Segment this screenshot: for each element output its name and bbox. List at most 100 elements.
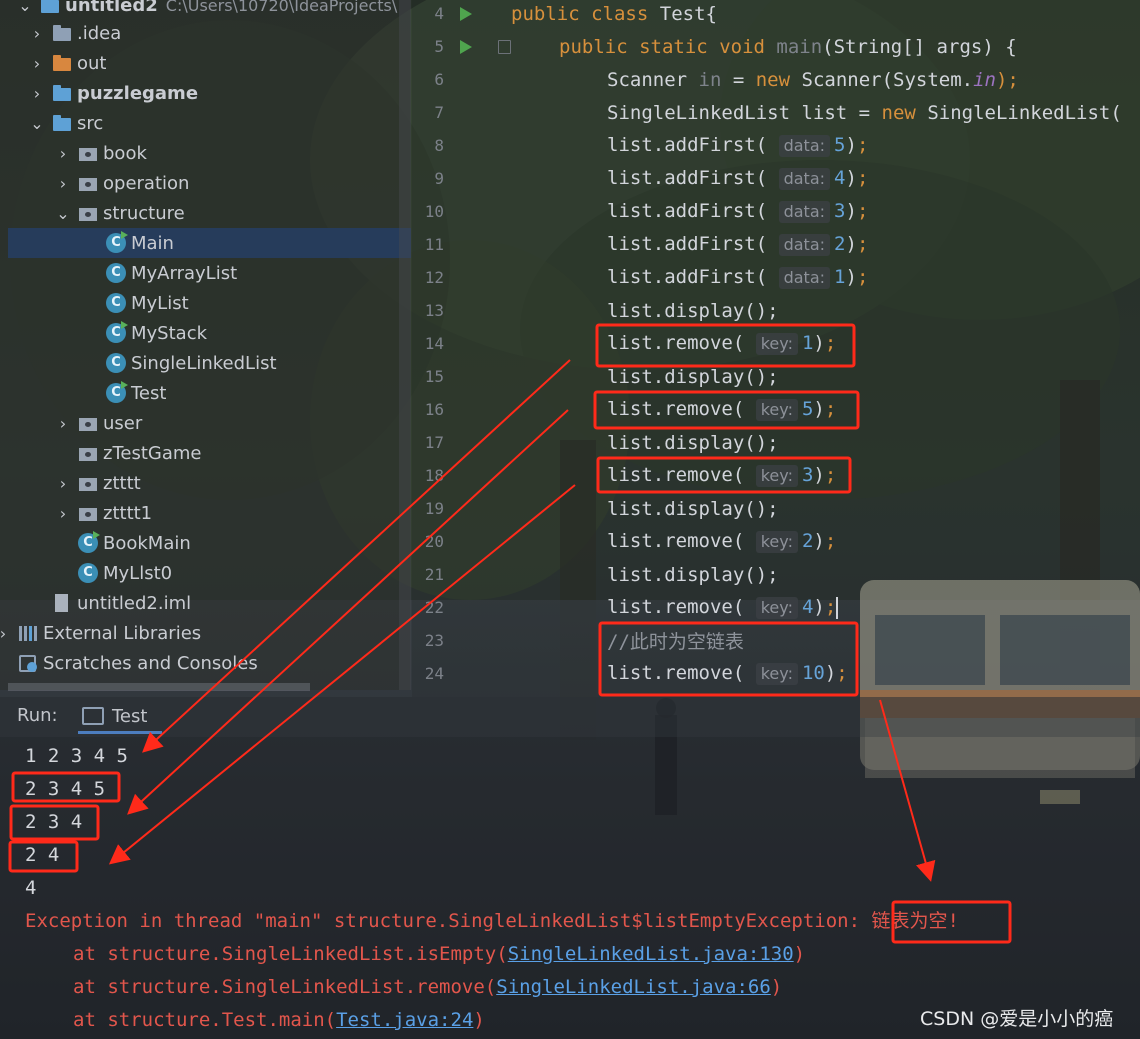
chevron-down-icon[interactable]: ⌄ bbox=[30, 114, 44, 133]
chevron-right-icon[interactable]: › bbox=[56, 474, 70, 493]
line-number: 11 bbox=[424, 235, 444, 254]
tree-item-src[interactable]: ⌄ src bbox=[8, 108, 411, 138]
console-output-line: 1 2 3 4 5 bbox=[25, 745, 128, 767]
tree-item-label: zTestGame bbox=[103, 442, 202, 464]
code-text: //此时为空链表 bbox=[607, 627, 744, 654]
tree-item-user[interactable]: › user bbox=[8, 408, 411, 438]
stack-trace-link[interactable]: SingleLinkedList.java:66 bbox=[496, 976, 771, 998]
number: 4 bbox=[801, 596, 814, 618]
parameter-hint: data: bbox=[778, 267, 831, 289]
code-text: list.remove( key: 2); bbox=[607, 530, 836, 553]
line-number: 8 bbox=[434, 136, 444, 155]
tree-item-label: .idea bbox=[77, 22, 122, 44]
params: (String[] args) { bbox=[822, 35, 1017, 58]
code-line[interactable]: 15 list.display(); bbox=[412, 360, 1140, 393]
code-text: list.remove( key: 4); bbox=[607, 596, 839, 619]
code-line[interactable]: 19 list.display(); bbox=[412, 492, 1140, 525]
exception-line: Exception in thread "main" structure.Sin… bbox=[25, 905, 959, 938]
tree-item-main[interactable]: ›Main bbox=[8, 228, 411, 258]
tree-item-out[interactable]: › out bbox=[8, 48, 411, 78]
tree-root[interactable]: ⌄ untitled2 C:\Users\10720\IdeaProjects\ bbox=[8, 0, 411, 20]
code-line[interactable]: 22 list.remove( key: 4); bbox=[412, 591, 1140, 624]
tree-item-scratches-and-consoles[interactable]: ›Scratches and Consoles bbox=[8, 648, 411, 678]
code-text: public class Test{ bbox=[511, 3, 717, 25]
keyword: static bbox=[639, 35, 708, 58]
code-line[interactable]: 18 list.remove( key: 3); bbox=[412, 459, 1140, 492]
tree-scrollbar[interactable] bbox=[399, 0, 411, 690]
code-editor[interactable]: 4 public class Test{5 public static void m… bbox=[412, 0, 1140, 697]
console-output[interactable]: 1 2 3 4 5 2 3 4 5 2 3 4 2 4 4 Exception in th… bbox=[0, 740, 1140, 1039]
tree-item-structure[interactable]: ⌄ structure bbox=[8, 198, 411, 228]
line-number: 14 bbox=[424, 334, 444, 353]
console-output-line: 2 3 4 5 bbox=[25, 778, 106, 800]
chevron-right-icon[interactable]: › bbox=[30, 84, 44, 103]
method-call: list.display(); bbox=[607, 563, 779, 586]
semicolon: ; bbox=[824, 332, 837, 354]
code-text: list.remove( key: 3); bbox=[607, 464, 836, 487]
chevron-right-icon[interactable]: › bbox=[30, 54, 44, 73]
type: Scanner bbox=[607, 68, 699, 91]
code-line[interactable]: 6 Scanner in = new Scanner(System.in); bbox=[412, 63, 1140, 96]
stack-trace-text: at structure.SingleLinkedList.isEmpty( bbox=[73, 943, 508, 965]
tree-item-puzzlegame[interactable]: › puzzlegame bbox=[8, 78, 411, 108]
line-number: 17 bbox=[424, 433, 444, 452]
tree-item-book[interactable]: › book bbox=[8, 138, 411, 168]
chevron-right-icon[interactable]: › bbox=[56, 414, 70, 433]
code-line[interactable]: 10 list.addFirst( data: 3); bbox=[412, 195, 1140, 228]
tree-item-untitled2-iml[interactable]: ›untitled2.iml bbox=[8, 588, 411, 618]
run-gutter-icon[interactable] bbox=[460, 6, 472, 21]
chevron-right-icon[interactable]: › bbox=[56, 174, 70, 193]
chevron-right-icon[interactable]: › bbox=[0, 624, 10, 643]
tree-item-myarraylist[interactable]: ›MyArrayList bbox=[8, 258, 411, 288]
run-gutter-icon[interactable] bbox=[460, 39, 472, 54]
chevron-right-icon[interactable]: › bbox=[30, 24, 44, 43]
tree-item-operation[interactable]: › operation bbox=[8, 168, 411, 198]
number: 4 bbox=[834, 167, 846, 189]
tree-item-mystack[interactable]: ›MyStack bbox=[8, 318, 411, 348]
tree-item-test[interactable]: ›Test bbox=[8, 378, 411, 408]
tree-item-label: External Libraries bbox=[43, 622, 202, 644]
chevron-down-icon[interactable]: ⌄ bbox=[18, 0, 32, 15]
code-line[interactable]: 24 list.remove( key: 10); bbox=[412, 657, 1140, 690]
method-call: list.remove( bbox=[607, 662, 756, 684]
chevron-right-icon[interactable]: › bbox=[56, 504, 70, 523]
tree-item-external-libraries[interactable]: › External Libraries bbox=[0, 618, 411, 648]
keyword: void bbox=[719, 35, 765, 58]
code-line[interactable]: 12 list.addFirst( data: 1); bbox=[412, 261, 1140, 294]
code-line[interactable]: 13 list.display(); bbox=[412, 294, 1140, 327]
semicolon: ; bbox=[836, 662, 848, 684]
chevron-right-icon[interactable]: › bbox=[56, 144, 70, 163]
tree-item--idea[interactable]: › .idea bbox=[8, 18, 411, 48]
stack-trace-link[interactable]: SingleLinkedList.java:130 bbox=[508, 943, 794, 965]
tree-item-bookmain[interactable]: ›BookMain bbox=[8, 528, 411, 558]
code-line[interactable]: 9 list.addFirst( data: 4); bbox=[412, 162, 1140, 195]
punct: ) bbox=[845, 200, 857, 222]
tree-item-ztttt[interactable]: › ztttt bbox=[8, 468, 411, 498]
code-line[interactable]: 23 //此时为空链表 bbox=[412, 624, 1140, 657]
tree-item-ztttt1[interactable]: › ztttt1 bbox=[8, 498, 411, 528]
tree-item-ztestgame[interactable]: ›zTestGame bbox=[8, 438, 411, 468]
tree-item-singlelinkedlist[interactable]: ›SingleLinkedList bbox=[8, 348, 411, 378]
chevron-down-icon[interactable]: ⌄ bbox=[56, 204, 70, 223]
stack-trace-close: ) bbox=[770, 976, 783, 998]
package-icon bbox=[78, 414, 98, 432]
code-line[interactable]: 14 list.remove( key: 1); bbox=[412, 327, 1140, 360]
code-line[interactable]: 8 list.addFirst( data: 5); bbox=[412, 129, 1140, 162]
code-line[interactable]: 21 list.display(); bbox=[412, 558, 1140, 591]
code-line[interactable]: 7 SingleLinkedList list = new SingleLinke… bbox=[412, 96, 1140, 129]
tree-item-label: user bbox=[103, 412, 143, 434]
tree-horizontal-scrollbar[interactable] bbox=[8, 683, 310, 691]
code-line[interactable]: 4 public class Test{ bbox=[412, 0, 1140, 30]
code-line[interactable]: 17 list.display(); bbox=[412, 426, 1140, 459]
tab-test-run[interactable]: Test bbox=[82, 701, 160, 731]
tree-item-myllst0[interactable]: ›MyLlst0 bbox=[8, 558, 411, 588]
code-line[interactable]: 20 list.remove( key: 2); bbox=[412, 525, 1140, 558]
code-line[interactable]: 16 list.remove( key: 5); bbox=[412, 393, 1140, 426]
source-folder-icon bbox=[52, 114, 72, 132]
code-line[interactable]: 11 list.addFirst( data: 2); bbox=[412, 228, 1140, 261]
bookmark-gutter-icon[interactable] bbox=[498, 39, 511, 54]
stack-trace-link[interactable]: Test.java:24 bbox=[336, 1009, 473, 1031]
parameter-hint: data: bbox=[778, 135, 831, 157]
tree-item-mylist[interactable]: ›MyList bbox=[8, 288, 411, 318]
code-line[interactable]: 5 public static void main(String[] args) … bbox=[412, 30, 1140, 63]
